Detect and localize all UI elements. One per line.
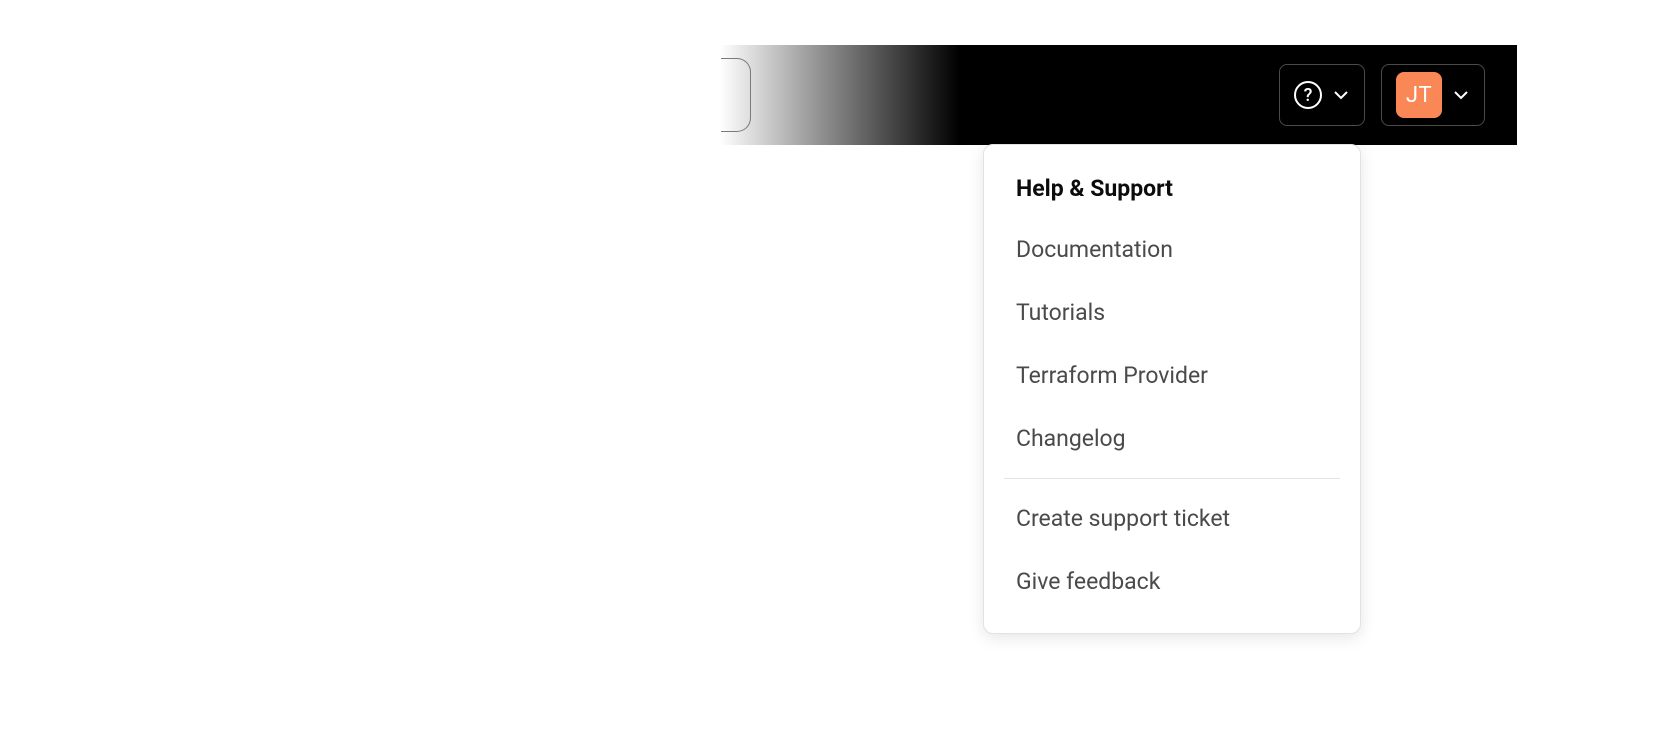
user-menu-button[interactable]: JT xyxy=(1381,64,1485,126)
menu-item-documentation[interactable]: Documentation xyxy=(984,218,1360,281)
chevron-down-icon xyxy=(1452,86,1470,104)
help-dropdown: Help & Support Documentation Tutorials T… xyxy=(983,144,1361,634)
help-button[interactable]: ? xyxy=(1279,64,1365,126)
menu-item-create-support-ticket[interactable]: Create support ticket xyxy=(984,487,1360,550)
help-icon: ? xyxy=(1294,81,1322,109)
dropdown-header: Help & Support xyxy=(984,165,1360,218)
menu-item-tutorials[interactable]: Tutorials xyxy=(984,281,1360,344)
avatar: JT xyxy=(1396,72,1442,118)
chevron-down-icon xyxy=(1332,86,1350,104)
menu-item-changelog[interactable]: Changelog xyxy=(984,407,1360,470)
search-field-edge xyxy=(721,58,751,132)
topbar: ? JT xyxy=(720,45,1517,145)
menu-item-give-feedback[interactable]: Give feedback xyxy=(984,550,1360,613)
menu-divider xyxy=(1004,478,1340,479)
menu-item-terraform-provider[interactable]: Terraform Provider xyxy=(984,344,1360,407)
